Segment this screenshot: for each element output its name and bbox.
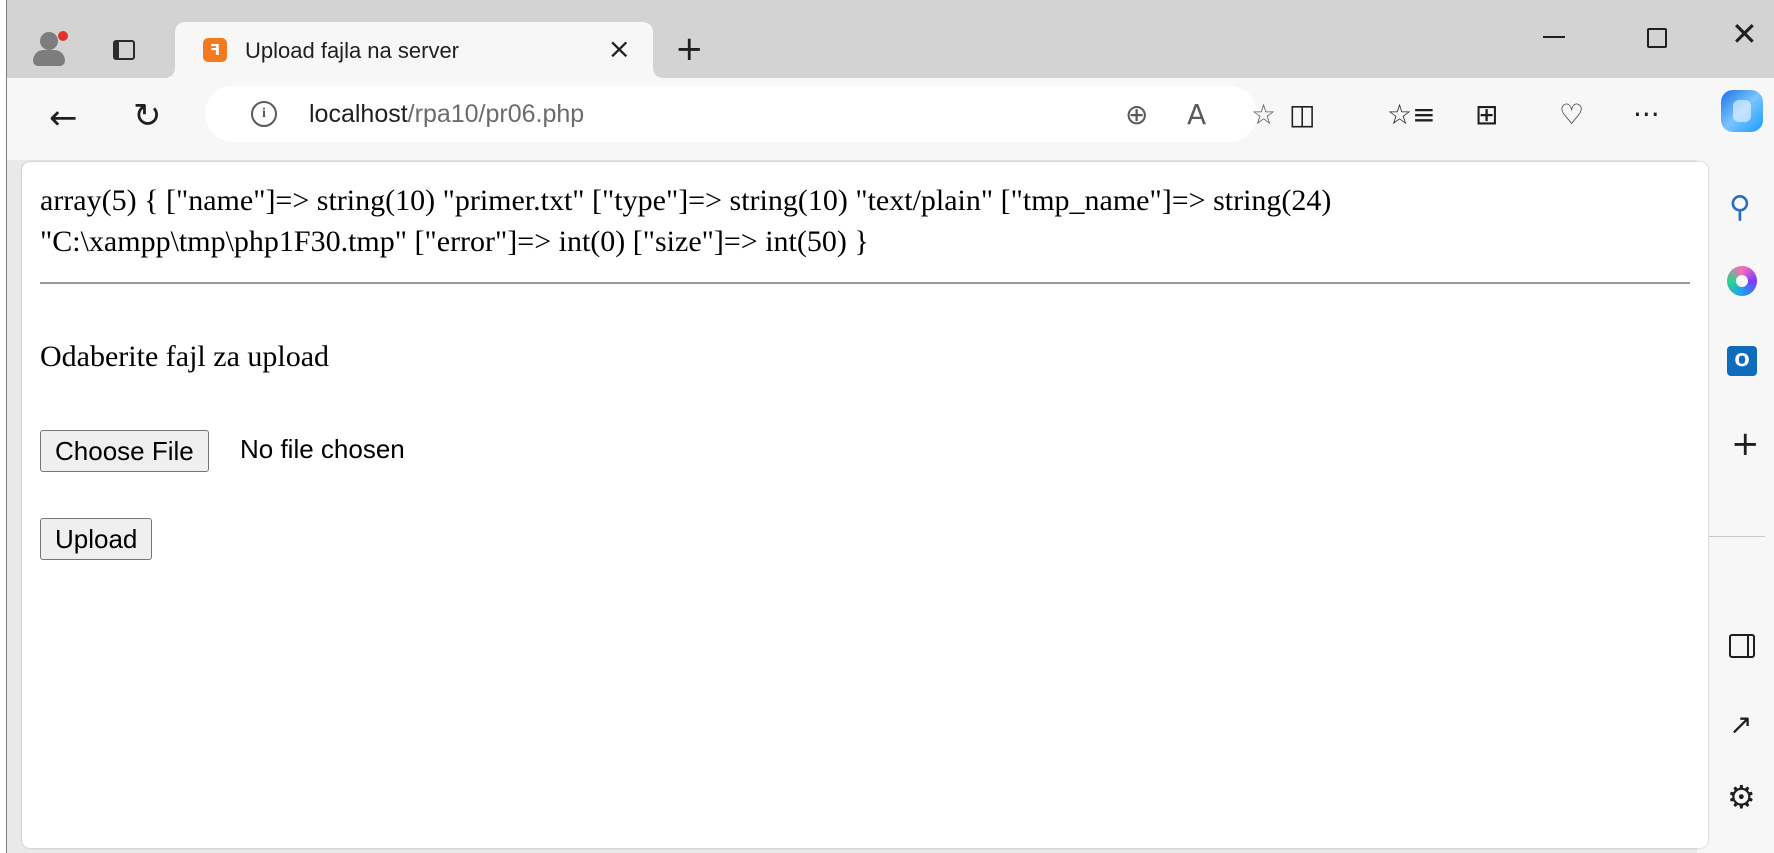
site-info-icon[interactable]: i [251,101,277,127]
tab-active[interactable]: ꟻ Upload fajla na server × [165,22,663,78]
url-path: /rpa10/pr06.php [407,100,585,128]
upload-button[interactable]: Upload [40,518,153,560]
page-content: array(5) { ["name"]=> string(10) "primer… [22,162,1708,848]
sidebar-panel-icon[interactable] [1729,634,1755,658]
window-left-edge [0,0,7,853]
url-host: localhost [309,100,408,128]
tab-close-icon[interactable]: × [608,35,631,63]
minimize-icon[interactable] [1543,36,1565,38]
new-tab-icon[interactable]: + [675,32,704,66]
tab-actions-icon[interactable] [113,40,135,60]
profile-avatar-icon[interactable] [31,30,69,66]
url-text[interactable]: localhost/rpa10/pr06.php [309,100,584,129]
reload-icon[interactable]: ↻ [133,96,162,136]
zoom-icon[interactable]: ⊕ [1125,98,1148,131]
tab-title: Upload fajla na server [245,38,460,63]
xampp-favicon-icon: ꟻ [203,38,227,62]
maximize-icon[interactable] [1647,28,1667,48]
browser-essentials-icon[interactable]: ♡ [1559,98,1584,131]
horizontal-rule [40,282,1690,284]
popout-icon[interactable]: ↗ [1729,708,1752,741]
collections-icon[interactable]: ⊞ [1475,98,1498,131]
window-close-icon[interactable]: ✕ [1731,18,1758,50]
sidebar-divider [1709,536,1765,537]
upload-prompt: Odaberite fajl za upload [40,340,330,373]
back-icon[interactable]: ← [49,98,78,138]
file-status-text: No file chosen [240,434,405,464]
sidebar-add-icon[interactable]: + [1731,424,1760,464]
read-aloud-icon[interactable]: A [1187,98,1206,131]
edge-sidebar: ⚲ O + ↗ ⚙ [1697,78,1774,853]
favorites-icon[interactable]: ☆≡ [1387,98,1436,131]
navigation-bar: ← ↻ i localhost/rpa10/pr06.php ⊕ A ☆ ◫ ☆… [7,78,1697,160]
copilot-icon[interactable] [1721,90,1763,132]
address-bar[interactable]: i localhost/rpa10/pr06.php ⊕ A ☆ [205,86,1276,142]
browser-window: ꟻ Upload fajla na server × + ✕ ← ↻ i loc… [7,0,1774,853]
search-icon[interactable]: ⚲ [1729,190,1751,225]
more-menu-icon[interactable]: ··· [1633,98,1660,131]
title-bar: ꟻ Upload fajla na server × + ✕ [7,0,1774,78]
choose-file-button[interactable]: Choose File [40,430,209,472]
notification-dot [57,30,69,42]
microsoft-365-icon[interactable] [1727,266,1757,296]
outlook-icon[interactable]: O [1727,346,1757,376]
settings-gear-icon[interactable]: ⚙ [1727,778,1756,816]
split-screen-icon[interactable]: ◫ [1289,98,1315,131]
favorite-star-icon[interactable]: ☆ [1251,98,1276,131]
var-dump-output: array(5) { ["name"]=> string(10) "primer… [40,184,1332,258]
avatar-body [33,50,65,66]
avatar-head [40,32,58,50]
